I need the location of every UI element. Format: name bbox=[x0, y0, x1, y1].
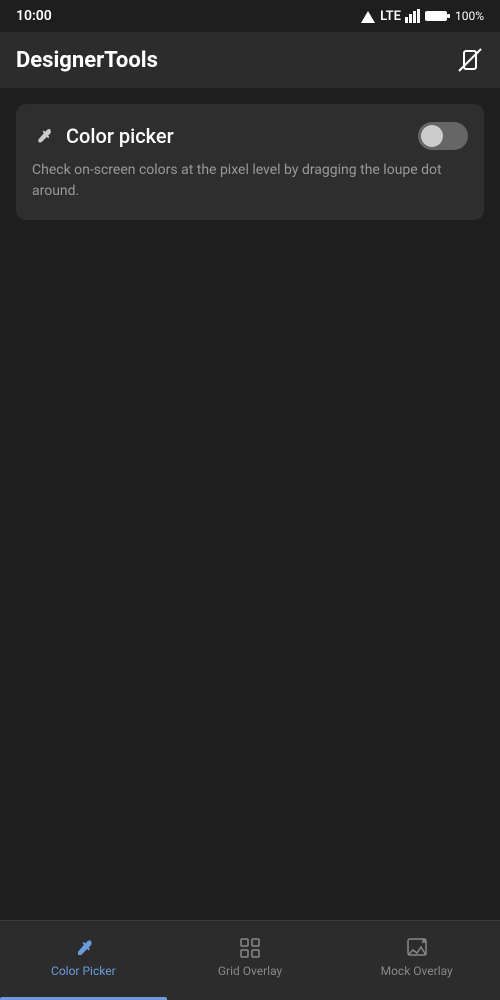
toggle-thumb bbox=[421, 125, 443, 147]
battery-icon bbox=[425, 9, 451, 23]
battery-label: 100% bbox=[455, 9, 484, 23]
card-title-row: Color picker bbox=[32, 124, 174, 148]
color-picker-toggle[interactable] bbox=[418, 122, 468, 150]
signal-bars-icon bbox=[405, 9, 421, 23]
eyedropper-icon bbox=[32, 125, 54, 147]
nav-item-mock-overlay[interactable]: Mock Overlay bbox=[333, 936, 500, 986]
card-header: Color picker bbox=[32, 122, 468, 150]
color-picker-card: Color picker Check on-screen colors at t… bbox=[16, 104, 484, 220]
lte-label: LTE bbox=[380, 9, 401, 24]
bottom-nav: Color Picker Grid Overlay Mock Overlay bbox=[0, 920, 500, 1000]
nav-label-color-picker: Color Picker bbox=[51, 964, 116, 978]
nav-label-mock-overlay: Mock Overlay bbox=[381, 964, 453, 978]
color-picker-title: Color picker bbox=[66, 124, 174, 148]
status-icons: LTE 100% bbox=[360, 9, 484, 24]
nav-item-color-picker[interactable]: Color Picker bbox=[0, 936, 167, 986]
grid-overlay-nav-icon bbox=[238, 936, 262, 960]
top-right-icon bbox=[457, 47, 483, 73]
color-picker-nav-icon bbox=[71, 936, 95, 960]
app-title: DesignerTools bbox=[16, 48, 158, 73]
app-bar: DesignerTools bbox=[0, 32, 500, 88]
nav-item-grid-overlay[interactable]: Grid Overlay bbox=[167, 936, 334, 986]
color-picker-description: Check on-screen colors at the pixel leve… bbox=[32, 160, 468, 202]
status-time: 10:00 bbox=[16, 8, 52, 24]
mock-overlay-nav-icon bbox=[405, 936, 429, 960]
signal-icon bbox=[360, 9, 376, 23]
main-content: Color picker Check on-screen colors at t… bbox=[0, 88, 500, 920]
status-bar: 10:00 LTE 100% bbox=[0, 0, 500, 32]
settings-icon[interactable] bbox=[456, 46, 484, 74]
nav-label-grid-overlay: Grid Overlay bbox=[218, 964, 282, 978]
